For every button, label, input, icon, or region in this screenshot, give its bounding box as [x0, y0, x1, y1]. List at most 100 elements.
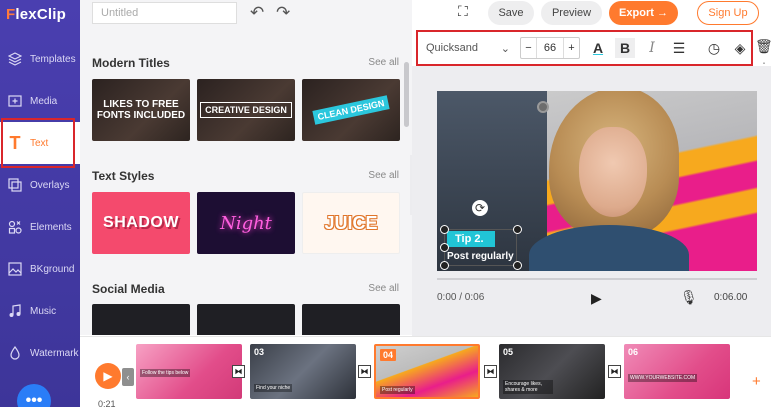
text-style-thumb-night[interactable]: Night — [197, 192, 295, 254]
rotate-icon: ⟳ — [474, 201, 486, 215]
italic-icon: I — [649, 40, 655, 56]
resize-handle-top-right[interactable] — [513, 225, 522, 234]
social-thumb-2[interactable] — [197, 304, 295, 335]
template-thumb-clean-design[interactable]: CLEAN DESIGN — [302, 79, 400, 141]
resize-handle-bottom-right[interactable] — [513, 261, 522, 270]
project-title-input[interactable]: Untitled — [92, 2, 237, 24]
chevron-left-icon: ‹ — [126, 372, 130, 382]
rotate-handle[interactable]: ⟳ — [472, 200, 488, 216]
layer-button[interactable]: ◈ — [730, 38, 750, 58]
timeline-scene-6[interactable]: 06 WWW.YOURWEBSITE.COM — [624, 344, 730, 399]
play-icon: ▶ — [591, 290, 602, 306]
bold-button[interactable]: B — [615, 38, 635, 58]
text-toolbar: Quicksand ⌄ − 66 + A B I ☰ ◷ ◈ — [416, 30, 753, 66]
see-all-modern-titles-link[interactable]: See all — [368, 57, 399, 68]
undo-icon: ↶ — [250, 3, 265, 22]
see-all-text-styles-link[interactable]: See all — [368, 170, 399, 181]
transition-button-1[interactable]: ⧓ — [232, 365, 245, 378]
font-size-input[interactable]: 66 — [537, 38, 563, 58]
resize-handle-bottom-left[interactable] — [440, 261, 449, 270]
sidebar-item-bkground[interactable]: BKground — [0, 248, 80, 290]
clock-icon: ◷ — [707, 39, 721, 56]
sidebar-item-overlays[interactable]: Overlays — [0, 164, 80, 206]
template-thumb-free-fonts[interactable]: LIKES TO FREE FONTS INCLUDED — [92, 79, 190, 141]
scene-duration: 0:06.00 — [714, 292, 748, 303]
sidebar: FlexClip Templates Media T Text Overlays… — [0, 0, 80, 407]
section-title-social-media: Social Media — [92, 282, 165, 296]
fullscreen-button[interactable]: ⛶ — [458, 3, 468, 20]
sign-up-button[interactable]: Sign Up — [697, 1, 759, 25]
trash-icon: 🗑 — [755, 38, 771, 54]
transition-button-2[interactable]: ⧓ — [358, 365, 371, 378]
text-style-thumb-juice[interactable]: JUICE — [302, 192, 400, 254]
text-library-panel: Untitled Modern Titles See all LIKES TO … — [80, 0, 412, 335]
fullscreen-icon: ⛶ — [458, 3, 468, 19]
undo-button[interactable]: ↶ — [250, 3, 264, 23]
transition-icon: ⧓ — [234, 367, 243, 376]
record-voice-button[interactable]: 🎙 — [680, 289, 698, 306]
timeline-scroll-left-button[interactable]: ‹ — [122, 368, 134, 386]
resize-handle-top-left[interactable] — [440, 225, 449, 234]
timeline-scene-4-selected[interactable]: 04 Post regularly — [374, 344, 480, 399]
music-note-icon — [7, 303, 23, 319]
social-thumb-3[interactable] — [302, 304, 400, 335]
timeline-scene-2[interactable]: Follow the tips below — [136, 344, 242, 399]
social-thumb-1[interactable] — [92, 304, 190, 335]
current-time: 0:00 / 0:06 — [437, 292, 485, 303]
italic-button[interactable]: I — [642, 38, 662, 58]
add-scene-button[interactable]: + — [752, 373, 761, 390]
transition-icon: ⧓ — [486, 367, 495, 376]
play-icon: ▶ — [103, 369, 113, 383]
transition-button-4[interactable]: ⧓ — [608, 365, 621, 378]
library-scrollbar[interactable] — [404, 62, 409, 127]
export-button[interactable]: Export → — [609, 1, 678, 25]
font-family-select[interactable]: Quicksand ⌄ — [426, 38, 514, 58]
preview-button[interactable]: Preview — [541, 1, 602, 25]
layers-stack-icon: ◈ — [734, 39, 746, 56]
font-size-decrease-button[interactable]: − — [521, 38, 537, 58]
timeline-scene-3[interactable]: 03 Find your niche — [250, 344, 356, 399]
delete-button[interactable]: 🗑 — [755, 38, 771, 55]
timing-button[interactable]: ◷ — [704, 38, 724, 58]
tip-badge-text[interactable]: Tip 2. — [447, 231, 495, 247]
chat-dots-icon: ••• — [25, 392, 43, 407]
media-plus-icon — [7, 93, 23, 109]
transition-icon: ⧓ — [610, 367, 619, 376]
flexclip-logo[interactable]: FlexClip — [6, 6, 66, 23]
sidebar-item-watermark[interactable]: Watermark — [0, 332, 80, 374]
section-title-text-styles: Text Styles — [92, 169, 155, 183]
bold-icon: B — [619, 40, 631, 56]
chat-support-button[interactable]: ••• — [17, 384, 51, 407]
sidebar-item-templates[interactable]: Templates — [0, 38, 80, 80]
template-thumb-creative-design[interactable]: CREATIVE DESIGN — [197, 79, 295, 141]
timeline-scene-5[interactable]: 05 Encourage likes, shares & more — [499, 344, 605, 399]
text-color-button[interactable]: A — [588, 38, 608, 58]
align-button[interactable]: ☰ — [669, 38, 689, 58]
align-left-icon: ☰ — [672, 39, 686, 56]
transition-icon: ⧓ — [360, 367, 369, 376]
play-button[interactable]: ▶ — [591, 290, 602, 307]
transition-button-3[interactable]: ⧓ — [484, 365, 497, 378]
see-all-social-media-link[interactable]: See all — [368, 283, 399, 294]
resize-handle-left[interactable] — [440, 243, 449, 252]
timeline-play-button[interactable]: ▶ — [95, 363, 121, 389]
overlays-icon — [7, 177, 23, 193]
plus-icon: + — [752, 373, 761, 390]
text-style-thumb-shadow[interactable]: SHADOW — [92, 192, 190, 254]
playback-progress-bar[interactable] — [437, 278, 757, 280]
tip-body-text[interactable]: Post regularly — [447, 251, 514, 262]
woman-portrait-image — [529, 91, 689, 271]
elements-icon — [7, 219, 23, 235]
font-size-stepper: − 66 + — [520, 37, 580, 59]
font-size-increase-button[interactable]: + — [563, 38, 579, 58]
canvas-anchor-handle[interactable] — [537, 101, 549, 113]
section-title-modern-titles: Modern Titles — [92, 56, 170, 70]
chevron-down-icon: ⌄ — [500, 42, 510, 55]
sidebar-item-elements[interactable]: Elements — [0, 206, 80, 248]
redo-button[interactable]: ↷ — [276, 3, 290, 23]
layers-icon — [7, 51, 23, 67]
save-button[interactable]: Save — [488, 1, 534, 25]
redo-icon: ↷ — [276, 3, 291, 22]
sidebar-item-music[interactable]: Music — [0, 290, 80, 332]
sidebar-item-media[interactable]: Media — [0, 80, 80, 122]
